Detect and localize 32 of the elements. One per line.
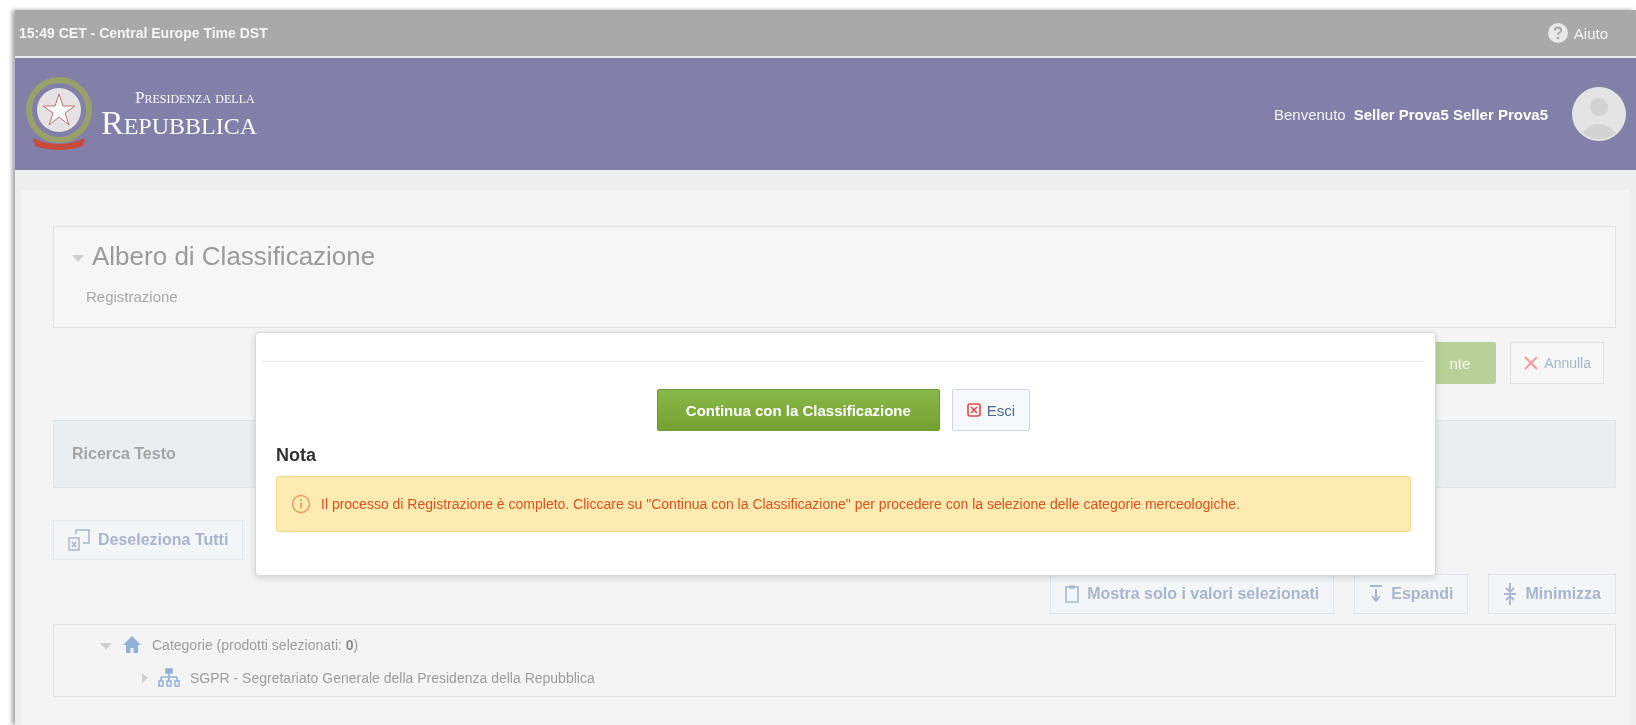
welcome-label: Benvenuto (1273, 105, 1346, 123)
deselect-all-button[interactable]: Deseleziona Tutti (53, 520, 244, 560)
clipboard-icon (1065, 585, 1080, 603)
continue-button[interactable]: Continua con la Classificazione (656, 389, 940, 431)
expand-icon (1369, 585, 1384, 603)
user-name: Seller Prova5 Seller Prova5 (1353, 105, 1548, 123)
info-icon (291, 494, 311, 514)
deselect-icon (68, 529, 90, 551)
exit-button[interactable]: Esci (951, 389, 1031, 431)
collapse-icon (1503, 583, 1518, 605)
logo-text: Repubblica (101, 105, 258, 140)
tree-tool-button[interactable]: Minimizza (1488, 574, 1616, 614)
tree-item[interactable]: Categorie (prodotti selezionati: 0) (152, 636, 359, 653)
alert-message: Il processo di Registrazione è completo. Cliccare su "Continua con la Classificazione" per procedere con la selezione delle categorie merceologiche. (321, 496, 1240, 512)
tree-tool-button[interactable]: Mostra solo i valori selezionati (1050, 574, 1335, 614)
home-icon (122, 635, 142, 654)
close-icon (966, 403, 981, 417)
help-icon (1547, 23, 1568, 43)
section-subtitle: Registrazione (86, 288, 179, 305)
emblem-icon (25, 76, 93, 152)
close-icon (1523, 355, 1540, 371)
cancel-button[interactable]: Annulla (1510, 342, 1604, 384)
time-zone-label: 15:49 CET - Central Europe Time DST (19, 25, 268, 41)
logo-text: Presidenza della (135, 88, 256, 106)
note-title: Nota (276, 445, 317, 466)
help-menu[interactable]: Aiuto (1573, 24, 1608, 42)
avatar-icon[interactable] (1572, 87, 1626, 141)
panel-title: Ricerca Testo (72, 445, 176, 463)
tree-item[interactable]: SGPR - Segretariato Generale della Presidenza della Repubblica (190, 670, 595, 686)
tree-tool-button[interactable]: Espandi (1354, 574, 1469, 614)
hierarchy-icon (158, 668, 180, 688)
section-title: Albero di Classificazione (92, 241, 376, 272)
